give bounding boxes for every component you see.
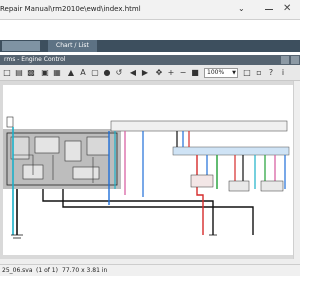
text-icon[interactable]: A	[78, 68, 88, 78]
find-icon[interactable]: ●	[102, 68, 112, 78]
open-icon[interactable]: □	[2, 68, 12, 78]
ground-symbol	[11, 234, 23, 239]
chevron-down-icon[interactable]: ⌄	[238, 4, 245, 13]
vertical-scrollbar[interactable]	[293, 81, 300, 259]
wiring-diagram-svg	[3, 116, 290, 239]
forward-icon[interactable]: ▶	[140, 68, 150, 78]
wire-black	[62, 189, 254, 235]
tab-home[interactable]	[2, 41, 40, 51]
sensor-box	[260, 180, 284, 192]
zoom-in-icon[interactable]: +	[166, 68, 176, 78]
close-icon[interactable]: ✕	[283, 3, 291, 14]
tab-chart-list[interactable]: Chart / List	[48, 40, 97, 52]
component-box	[34, 136, 60, 154]
paste-icon[interactable]: ▦	[52, 68, 62, 78]
minimize-icon[interactable]	[265, 9, 273, 10]
diagram-title: rms - Engine Control	[4, 56, 66, 63]
copy-icon[interactable]: ▣	[40, 68, 50, 78]
zoom-value: 100%	[207, 69, 225, 76]
address-bar: Repair Manual\rm2010e\ewd\index.html ⌄ ✕	[0, 0, 300, 20]
lock-icon[interactable]: ▢	[90, 68, 100, 78]
page-indicator: (1 of 1)	[36, 267, 58, 274]
window-button[interactable]	[291, 56, 299, 64]
zoom-out-icon[interactable]: −	[178, 68, 188, 78]
component-box	[64, 140, 82, 162]
diagram-canvas[interactable]	[0, 81, 300, 259]
tab-bar: Chart / List	[0, 40, 300, 52]
pan-icon[interactable]: ✥	[154, 68, 164, 78]
fit-width-icon[interactable]: ▫	[254, 68, 264, 78]
wiring-diagram	[3, 85, 293, 255]
history-icon[interactable]: ↺	[114, 68, 124, 78]
back-icon[interactable]: ◀	[128, 68, 138, 78]
blank-area	[0, 20, 300, 40]
fit-page-icon[interactable]: □	[242, 68, 252, 78]
viewer-title-bar: rms - Engine Control	[0, 55, 300, 65]
zoom-rect-icon[interactable]: ■	[190, 68, 200, 78]
blank-area	[0, 276, 300, 300]
save-icon[interactable]: ▤	[14, 68, 24, 78]
sensor-box	[228, 180, 250, 192]
ecu-header-box	[110, 120, 288, 132]
print-icon[interactable]: ▩	[26, 68, 36, 78]
ecu-connector-strip	[172, 146, 290, 156]
info-icon[interactable]: i	[278, 68, 288, 78]
chevron-down-icon: ▼	[232, 70, 236, 76]
wire-black	[42, 189, 214, 235]
status-bar: 25_06.sva (1 of 1) 77.70 x 3.81 in	[0, 264, 300, 276]
component-box	[86, 136, 110, 156]
wire-red	[196, 155, 204, 235]
select-icon[interactable]: ▲	[66, 68, 76, 78]
sensor-box	[190, 174, 214, 188]
connector-box	[6, 116, 14, 128]
svg-toolbar: □ ▤ ▩ ▣ ▦ ▲ A ▢ ● ↺ ◀ ▶ ✥ + − ■ 100% ▼ □…	[0, 65, 300, 81]
help-icon[interactable]: ?	[266, 68, 276, 78]
zoom-select[interactable]: 100% ▼	[204, 68, 238, 78]
file-name: 25_06.sva	[2, 267, 33, 274]
drawing-size: 77.70 x 3.81 in	[62, 267, 108, 274]
component-box	[72, 166, 100, 180]
window-button[interactable]	[281, 56, 289, 64]
address-url[interactable]: Repair Manual\rm2010e\ewd\index.html	[0, 5, 141, 13]
